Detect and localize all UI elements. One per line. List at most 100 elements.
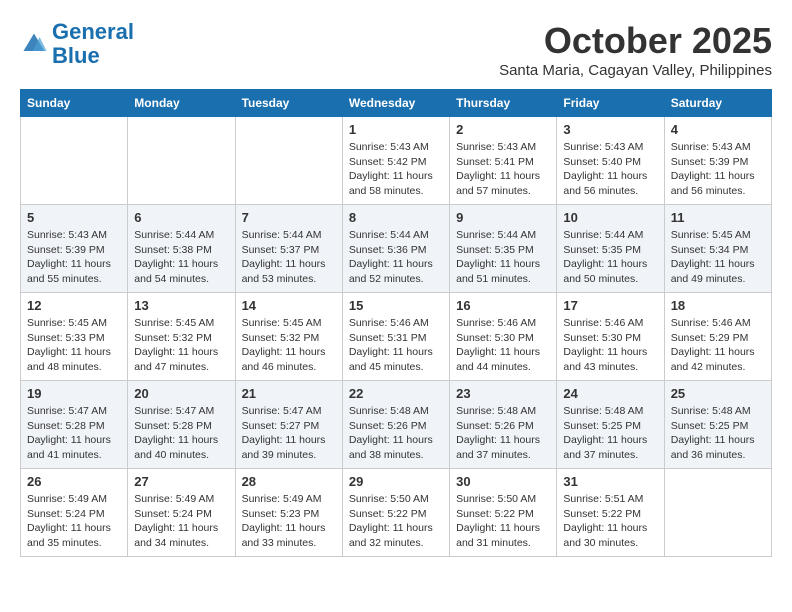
col-header-thursday: Thursday xyxy=(450,90,557,117)
calendar-cell: 19 Sunrise: 5:47 AM Sunset: 5:28 PM Dayli… xyxy=(21,381,128,469)
location-subtitle: Santa Maria, Cagayan Valley, Philippines xyxy=(499,62,772,79)
calendar-cell: 7 Sunrise: 5:44 AM Sunset: 5:37 PM Daylig… xyxy=(235,205,342,293)
day-number: 3 xyxy=(563,122,657,137)
col-header-friday: Friday xyxy=(557,90,664,117)
day-number: 22 xyxy=(349,386,443,401)
calendar-cell: 13 Sunrise: 5:45 AM Sunset: 5:32 PM Dayli… xyxy=(128,293,235,381)
day-info: Sunrise: 5:48 AM Sunset: 5:26 PM Dayligh… xyxy=(349,404,443,463)
calendar-cell: 5Sunrise: 5:43 AM Sunset: 5:39 PM Daylig… xyxy=(21,205,128,293)
calendar-cell: 29Sunrise: 5:50 AM Sunset: 5:22 PM Dayli… xyxy=(342,469,449,557)
day-number: 9 xyxy=(456,210,550,225)
day-number: 30 xyxy=(456,474,550,489)
day-info: Sunrise: 5:49 AM Sunset: 5:24 PM Dayligh… xyxy=(27,492,121,551)
day-info: Sunrise: 5:46 AM Sunset: 5:29 PM Dayligh… xyxy=(671,316,765,375)
day-info: Sunrise: 5:48 AM Sunset: 5:25 PM Dayligh… xyxy=(563,404,657,463)
day-number: 19 xyxy=(27,386,121,401)
day-info: Sunrise: 5:45 AM Sunset: 5:32 PM Dayligh… xyxy=(242,316,336,375)
calendar-cell: 10 Sunrise: 5:44 AM Sunset: 5:35 PM Dayli… xyxy=(557,205,664,293)
day-number: 11 xyxy=(671,210,765,225)
day-info: Sunrise: 5:48 AM Sunset: 5:25 PM Dayligh… xyxy=(671,404,765,463)
calendar-cell: 2Sunrise: 5:43 AM Sunset: 5:41 PM Daylig… xyxy=(450,117,557,205)
day-number: 5 xyxy=(27,210,121,225)
calendar-cell: 3 Sunrise: 5:43 AM Sunset: 5:40 PM Daylig… xyxy=(557,117,664,205)
day-number: 10 xyxy=(563,210,657,225)
day-number: 4 xyxy=(671,122,765,137)
day-info: Sunrise: 5:45 AM Sunset: 5:32 PM Dayligh… xyxy=(134,316,228,375)
day-number: 13 xyxy=(134,298,228,313)
calendar-cell: 24 Sunrise: 5:48 AM Sunset: 5:25 PM Dayli… xyxy=(557,381,664,469)
day-number: 1 xyxy=(349,122,443,137)
day-info: Sunrise: 5:44 AM Sunset: 5:35 PM Dayligh… xyxy=(563,228,657,287)
calendar-cell: 30 Sunrise: 5:50 AM Sunset: 5:22 PM Dayli… xyxy=(450,469,557,557)
day-number: 21 xyxy=(242,386,336,401)
day-info: Sunrise: 5:47 AM Sunset: 5:28 PM Dayligh… xyxy=(27,404,121,463)
day-info: Sunrise: 5:45 AM Sunset: 5:33 PM Dayligh… xyxy=(27,316,121,375)
week-row-5: 26 Sunrise: 5:49 AM Sunset: 5:24 PM Dayli… xyxy=(21,469,772,557)
day-number: 14 xyxy=(242,298,336,313)
calendar-cell: 11 Sunrise: 5:45 AM Sunset: 5:34 PM Dayli… xyxy=(664,205,771,293)
calendar-cell: 16Sunrise: 5:46 AM Sunset: 5:30 PM Dayli… xyxy=(450,293,557,381)
calendar-cell: 9Sunrise: 5:44 AM Sunset: 5:35 PM Daylig… xyxy=(450,205,557,293)
day-number: 24 xyxy=(563,386,657,401)
calendar-cell: 27 Sunrise: 5:49 AM Sunset: 5:24 PM Dayli… xyxy=(128,469,235,557)
day-number: 15 xyxy=(349,298,443,313)
week-row-1: 1Sunrise: 5:43 AM Sunset: 5:42 PM Daylig… xyxy=(21,117,772,205)
calendar-cell: 20Sunrise: 5:47 AM Sunset: 5:28 PM Dayli… xyxy=(128,381,235,469)
page-header: General Blue October 2025 Santa Maria, C… xyxy=(20,20,772,79)
calendar-cell: 1Sunrise: 5:43 AM Sunset: 5:42 PM Daylig… xyxy=(342,117,449,205)
day-info: Sunrise: 5:49 AM Sunset: 5:24 PM Dayligh… xyxy=(134,492,228,551)
day-number: 28 xyxy=(242,474,336,489)
day-number: 17 xyxy=(563,298,657,313)
day-number: 2 xyxy=(456,122,550,137)
calendar-cell xyxy=(21,117,128,205)
calendar-cell: 23 Sunrise: 5:48 AM Sunset: 5:26 PM Dayli… xyxy=(450,381,557,469)
day-info: Sunrise: 5:44 AM Sunset: 5:37 PM Dayligh… xyxy=(242,228,336,287)
day-number: 7 xyxy=(242,210,336,225)
day-info: Sunrise: 5:51 AM Sunset: 5:22 PM Dayligh… xyxy=(563,492,657,551)
calendar-cell: 6 Sunrise: 5:44 AM Sunset: 5:38 PM Daylig… xyxy=(128,205,235,293)
calendar-cell: 22 Sunrise: 5:48 AM Sunset: 5:26 PM Dayli… xyxy=(342,381,449,469)
day-info: Sunrise: 5:43 AM Sunset: 5:40 PM Dayligh… xyxy=(563,140,657,199)
logo: General Blue xyxy=(20,20,134,68)
calendar-cell: 15 Sunrise: 5:46 AM Sunset: 5:31 PM Dayli… xyxy=(342,293,449,381)
calendar-cell: 21 Sunrise: 5:47 AM Sunset: 5:27 PM Dayli… xyxy=(235,381,342,469)
day-number: 8 xyxy=(349,210,443,225)
logo-line2: Blue xyxy=(52,43,100,68)
calendar-cell: 31Sunrise: 5:51 AM Sunset: 5:22 PM Dayli… xyxy=(557,469,664,557)
calendar-cell: 26 Sunrise: 5:49 AM Sunset: 5:24 PM Dayli… xyxy=(21,469,128,557)
calendar-cell: 4Sunrise: 5:43 AM Sunset: 5:39 PM Daylig… xyxy=(664,117,771,205)
day-info: Sunrise: 5:46 AM Sunset: 5:30 PM Dayligh… xyxy=(456,316,550,375)
title-block: October 2025 Santa Maria, Cagayan Valley… xyxy=(499,20,772,79)
header-row: SundayMondayTuesdayWednesdayThursdayFrid… xyxy=(21,90,772,117)
day-number: 26 xyxy=(27,474,121,489)
col-header-saturday: Saturday xyxy=(664,90,771,117)
day-info: Sunrise: 5:44 AM Sunset: 5:36 PM Dayligh… xyxy=(349,228,443,287)
day-number: 12 xyxy=(27,298,121,313)
calendar-cell xyxy=(235,117,342,205)
day-info: Sunrise: 5:45 AM Sunset: 5:34 PM Dayligh… xyxy=(671,228,765,287)
logo-text: General Blue xyxy=(52,20,134,68)
logo-icon xyxy=(20,30,48,58)
calendar-cell: 8 Sunrise: 5:44 AM Sunset: 5:36 PM Daylig… xyxy=(342,205,449,293)
day-number: 25 xyxy=(671,386,765,401)
day-info: Sunrise: 5:47 AM Sunset: 5:27 PM Dayligh… xyxy=(242,404,336,463)
calendar-cell xyxy=(128,117,235,205)
calendar-cell: 17Sunrise: 5:46 AM Sunset: 5:30 PM Dayli… xyxy=(557,293,664,381)
calendar-cell: 14 Sunrise: 5:45 AM Sunset: 5:32 PM Dayli… xyxy=(235,293,342,381)
col-header-monday: Monday xyxy=(128,90,235,117)
day-info: Sunrise: 5:49 AM Sunset: 5:23 PM Dayligh… xyxy=(242,492,336,551)
day-number: 23 xyxy=(456,386,550,401)
calendar-cell: 28 Sunrise: 5:49 AM Sunset: 5:23 PM Dayli… xyxy=(235,469,342,557)
calendar-table: SundayMondayTuesdayWednesdayThursdayFrid… xyxy=(20,89,772,557)
day-number: 27 xyxy=(134,474,228,489)
day-info: Sunrise: 5:50 AM Sunset: 5:22 PM Dayligh… xyxy=(456,492,550,551)
calendar-cell xyxy=(664,469,771,557)
col-header-sunday: Sunday xyxy=(21,90,128,117)
day-info: Sunrise: 5:48 AM Sunset: 5:26 PM Dayligh… xyxy=(456,404,550,463)
day-info: Sunrise: 5:46 AM Sunset: 5:31 PM Dayligh… xyxy=(349,316,443,375)
day-info: Sunrise: 5:44 AM Sunset: 5:38 PM Dayligh… xyxy=(134,228,228,287)
day-number: 6 xyxy=(134,210,228,225)
day-number: 29 xyxy=(349,474,443,489)
calendar-cell: 25 Sunrise: 5:48 AM Sunset: 5:25 PM Dayli… xyxy=(664,381,771,469)
day-number: 18 xyxy=(671,298,765,313)
